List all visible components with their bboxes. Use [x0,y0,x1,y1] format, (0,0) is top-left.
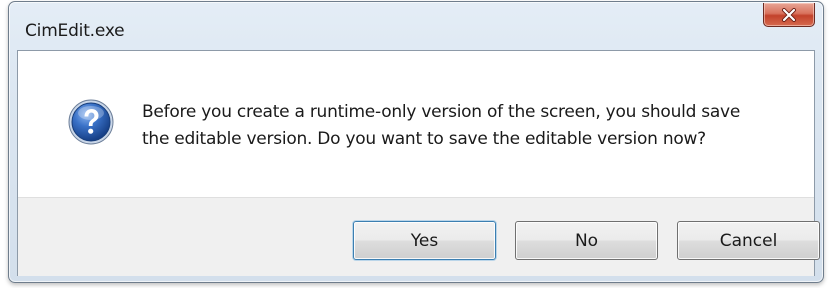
no-button[interactable]: No [515,221,658,260]
message-line: the editable version. Do you want to sav… [142,129,706,149]
cancel-button[interactable]: Cancel [677,221,820,260]
button-bar: Yes No Cancel [18,197,820,276]
close-icon [782,7,796,22]
dialog-content: Before you create a runtime-only version… [17,50,820,276]
dialog-window: CimEdit.exe Before you create a runtime-… [8,1,824,283]
title-bar[interactable]: CimEdit.exe [9,2,823,50]
message-line: Before you create a runtime-only version… [142,102,741,122]
close-button[interactable] [763,3,815,27]
dialog-message: Before you create a runtime-only version… [142,99,792,153]
question-icon [68,99,114,145]
window-title: CimEdit.exe [25,21,125,41]
yes-button[interactable]: Yes [353,221,496,260]
